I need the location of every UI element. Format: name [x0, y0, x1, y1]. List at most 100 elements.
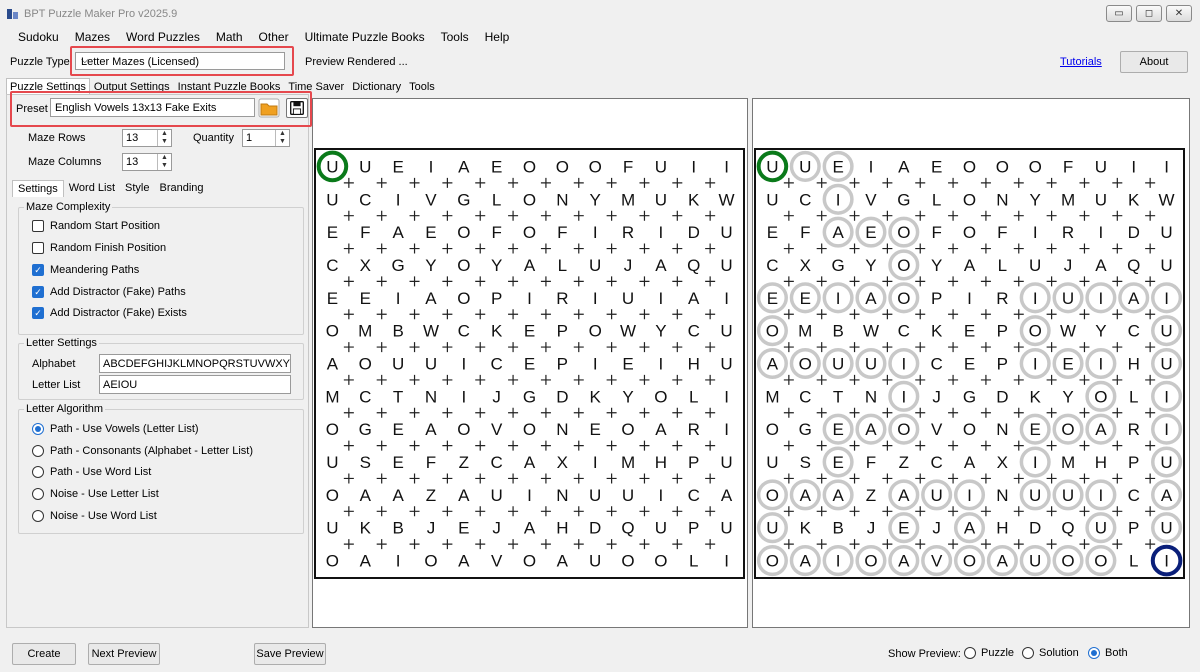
quantity-stepper[interactable]: 1 ▲ ▼ — [242, 129, 290, 147]
maze-letter: T — [393, 387, 403, 406]
menu-sudoku[interactable]: Sudoku — [10, 28, 67, 46]
checkbox-unchecked[interactable] — [32, 220, 44, 232]
maze-plus-mark — [1112, 473, 1123, 484]
subtab-settings[interactable]: Settings — [12, 180, 64, 197]
menu-word-puzzles[interactable]: Word Puzzles — [118, 28, 208, 46]
maze-letter: O — [897, 289, 910, 308]
menu-math[interactable]: Math — [208, 28, 251, 46]
maze-letter: O — [1061, 552, 1074, 571]
letter-list-input[interactable]: AEIOU — [99, 375, 291, 394]
option-random-start[interactable]: Random Start Position — [32, 220, 160, 232]
maze-plus-mark — [573, 276, 584, 287]
maze-plus-mark — [540, 210, 551, 221]
maze-letter: I — [1099, 223, 1104, 242]
maze-letter: N — [556, 190, 568, 209]
close-button[interactable]: ✕ — [1166, 5, 1192, 22]
maze-plus-mark — [573, 407, 584, 418]
checkbox-checked[interactable]: ✓ — [32, 307, 44, 319]
stepper-arrows-icon[interactable]: ▲ ▼ — [157, 130, 171, 146]
maze-plus-mark — [475, 309, 486, 320]
menu-mazes[interactable]: Mazes — [67, 28, 118, 46]
maze-plus-mark — [915, 407, 926, 418]
maze-plus-mark — [573, 539, 584, 550]
show-both-option[interactable]: Both — [1088, 647, 1128, 659]
maze-letter: E — [327, 223, 338, 242]
tab-dictionary[interactable]: Dictionary — [348, 78, 405, 96]
subtab-branding[interactable]: Branding — [154, 180, 208, 197]
maze-letter: E — [898, 519, 909, 538]
maze-plus-mark — [1013, 243, 1024, 254]
maze-plus-mark — [409, 243, 420, 254]
maze-letter: U — [766, 157, 778, 176]
maze-plus-mark — [475, 342, 486, 353]
menu-tools[interactable]: Tools — [433, 28, 477, 46]
maze-rows-stepper[interactable]: 13 ▲ ▼ — [122, 129, 172, 147]
menu-help[interactable]: Help — [477, 28, 518, 46]
tab-tools[interactable]: Tools — [405, 78, 439, 96]
algo-path-word-list[interactable]: Path - Use Word List — [32, 466, 151, 478]
maze-plus-mark — [672, 210, 683, 221]
maze-letter: E — [865, 223, 876, 242]
subtab-style[interactable]: Style — [120, 180, 154, 197]
option-distractor-exits[interactable]: ✓ Add Distractor (Fake) Exists — [32, 307, 187, 319]
maze-plus-mark — [980, 177, 991, 188]
maze-plus-mark — [475, 539, 486, 550]
save-preview-button[interactable]: Save Preview — [254, 643, 326, 665]
maze-letter: I — [1033, 355, 1038, 374]
alphabet-input[interactable]: ABCDEFGHIJKLMNOPQRSTUVWXYZ — [99, 354, 291, 373]
checkbox-checked[interactable]: ✓ — [32, 286, 44, 298]
option-label: Noise - Use Letter List — [50, 488, 159, 500]
maze-plus-mark — [1013, 342, 1024, 353]
maze-letter: H — [688, 355, 700, 374]
maze-letter: H — [1128, 355, 1140, 374]
radio-unselected[interactable] — [32, 510, 44, 522]
maze-plus-mark — [343, 177, 354, 188]
maze-letter: U — [931, 486, 943, 505]
stepper-arrows-icon[interactable]: ▲ ▼ — [275, 130, 289, 146]
maze-letter: G — [359, 420, 372, 439]
radio-selected[interactable] — [1088, 647, 1100, 659]
solution-maze: UUEIAEOOOFUIIUCIVGLONYMUKWEFAEOFOFIRIDUC… — [754, 148, 1185, 579]
algo-noise-word-list[interactable]: Noise - Use Word List — [32, 510, 157, 522]
maze-letter: I — [836, 289, 841, 308]
puzzle-maze-grid: U U E I A E O O O F U I IU C I V G L O N Y M U K WE F A E O F O F I R I D UC… — [316, 150, 735, 571]
maze-plus-mark — [343, 342, 354, 353]
maze-letter: O — [424, 552, 437, 571]
radio-unselected[interactable] — [1022, 647, 1034, 659]
menu-ultimate-puzzle-books[interactable]: Ultimate Puzzle Books — [297, 28, 433, 46]
algo-path-vowels[interactable]: Path - Use Vowels (Letter List) — [32, 423, 199, 435]
maximize-button[interactable]: ◻ — [1136, 5, 1162, 22]
algo-noise-letter-list[interactable]: Noise - Use Letter List — [32, 488, 159, 500]
stepper-arrows-icon[interactable]: ▲ ▼ — [157, 154, 171, 170]
maze-letter: I — [1164, 552, 1169, 571]
about-button[interactable]: About — [1120, 51, 1188, 73]
menu-other[interactable]: Other — [251, 28, 297, 46]
maze-plus-mark — [882, 309, 893, 320]
option-distractor-paths[interactable]: ✓ Add Distractor (Fake) Paths — [32, 286, 186, 298]
maze-letter: W — [863, 322, 879, 341]
create-button[interactable]: Create — [12, 643, 76, 665]
show-puzzle-option[interactable]: Puzzle — [964, 647, 1014, 659]
maze-plus-mark — [1013, 276, 1024, 287]
radio-unselected[interactable] — [32, 488, 44, 500]
option-meandering-paths[interactable]: ✓ Meandering Paths — [32, 264, 139, 276]
algo-path-consonants[interactable]: Path - Consonants (Alphabet - Letter Lis… — [32, 445, 253, 457]
radio-selected[interactable] — [32, 423, 44, 435]
checkbox-checked[interactable]: ✓ — [32, 264, 44, 276]
minimize-button[interactable]: ▭ — [1106, 5, 1132, 22]
option-random-finish[interactable]: Random Finish Position — [32, 242, 166, 254]
show-solution-option[interactable]: Solution — [1022, 647, 1079, 659]
subtab-word-list[interactable]: Word List — [64, 180, 120, 197]
radio-unselected[interactable] — [964, 647, 976, 659]
checkbox-unchecked[interactable] — [32, 242, 44, 254]
maze-plus-mark — [508, 440, 519, 451]
maze-plus-mark — [639, 243, 650, 254]
maze-plus-mark — [672, 374, 683, 385]
radio-unselected[interactable] — [32, 466, 44, 478]
tutorials-link[interactable]: Tutorials — [1060, 56, 1102, 68]
radio-unselected[interactable] — [32, 445, 44, 457]
maze-letter: O — [654, 387, 667, 406]
next-preview-button[interactable]: Next Preview — [88, 643, 160, 665]
maze-plus-mark — [915, 506, 926, 517]
maze-columns-stepper[interactable]: 13 ▲ ▼ — [122, 153, 172, 171]
